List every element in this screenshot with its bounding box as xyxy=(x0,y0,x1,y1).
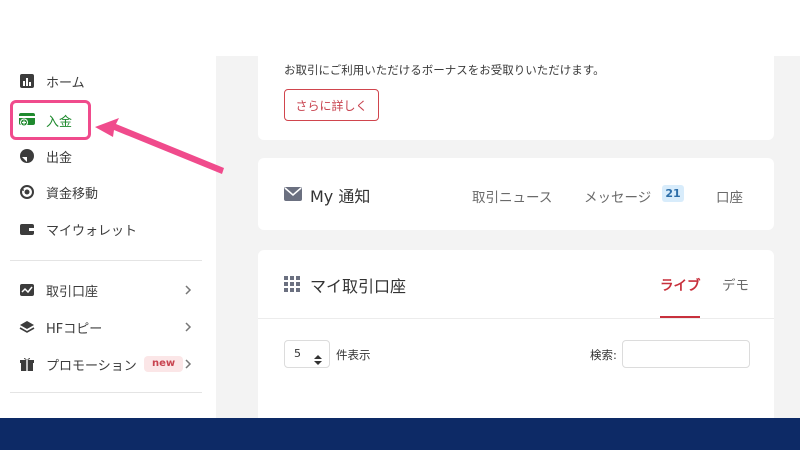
sidebar-item-wallet[interactable]: マイウォレット xyxy=(8,212,208,246)
more-details-button[interactable]: さらに詳しく xyxy=(284,89,379,121)
card-divider xyxy=(258,318,774,319)
withdraw-icon xyxy=(18,147,36,165)
chevron-right-icon xyxy=(180,356,196,372)
sidebar-item-label: プロモーション xyxy=(46,358,137,374)
page-size-value: 5 xyxy=(294,347,301,360)
tab-accounts[interactable]: 口座 xyxy=(716,186,743,206)
search-input[interactable] xyxy=(622,340,750,368)
sidebar-item-label: マイウォレット xyxy=(46,223,138,239)
footer-bar xyxy=(0,418,800,450)
sidebar-item-label: 資金移動 xyxy=(46,186,99,202)
sidebar-item-hf-copy[interactable]: HFコピー xyxy=(8,310,208,344)
trading-accounts-title: マイ取引口座 xyxy=(310,277,407,296)
layers-icon xyxy=(18,318,36,336)
transfer-icon xyxy=(18,183,36,201)
sidebar-item-withdraw[interactable]: 出金 xyxy=(8,139,208,173)
sidebar-item-label: 出金 xyxy=(46,150,73,166)
sidebar-item-label: 取引口座 xyxy=(46,284,99,300)
sidebar-divider xyxy=(10,260,202,261)
sidebar: ホーム 入金 出金 資金移動 マイウォレット 取引口座 HFコピー プロモーショ… xyxy=(0,0,216,418)
trading-accounts-card: マイ取引口座 ライブ デモ 5 件表示 検索: xyxy=(258,250,774,418)
chart-line-icon xyxy=(18,281,36,299)
main-content: お取引にご利用いただけるボーナスをお受取りいただけます。 さらに詳しく My 通… xyxy=(216,56,800,418)
mail-icon xyxy=(284,186,302,201)
sidebar-item-home[interactable]: ホーム xyxy=(8,64,208,98)
bonus-card: お取引にご利用いただけるボーナスをお受取りいただけます。 さらに詳しく xyxy=(258,56,774,140)
sidebar-item-label: HFコピー xyxy=(46,321,103,337)
gift-icon xyxy=(18,355,36,373)
tab-messages[interactable]: メッセージ xyxy=(584,186,651,206)
sidebar-item-label: ホーム xyxy=(46,75,85,91)
bar-chart-icon xyxy=(18,72,36,90)
new-badge: new xyxy=(144,356,184,372)
page-size-select[interactable]: 5 xyxy=(284,340,330,368)
notifications-title: My 通知 xyxy=(310,187,371,206)
chevron-right-icon xyxy=(180,319,196,335)
tab-live[interactable]: ライブ xyxy=(660,274,701,294)
page-size-label: 件表示 xyxy=(336,348,371,362)
deposit-highlight-box xyxy=(10,100,91,140)
wallet-icon xyxy=(18,220,36,238)
messages-count-badge: 21 xyxy=(662,185,684,202)
chevron-right-icon xyxy=(180,282,196,298)
sidebar-item-promotion[interactable]: プロモーション new xyxy=(8,347,208,381)
sidebar-divider xyxy=(10,392,202,393)
sidebar-item-trading-accounts[interactable]: 取引口座 xyxy=(8,273,208,307)
sort-caret-icon xyxy=(314,349,322,365)
search-label: 検索: xyxy=(590,348,617,362)
tab-demo[interactable]: デモ xyxy=(722,274,749,294)
tab-trading-news[interactable]: 取引ニュース xyxy=(472,186,552,206)
notifications-card: My 通知 取引ニュース メッセージ 21 口座 xyxy=(258,158,774,230)
bonus-text: お取引にご利用いただけるボーナスをお受取りいただけます。 xyxy=(284,63,605,77)
grid-icon xyxy=(284,276,300,292)
sidebar-item-transfer[interactable]: 資金移動 xyxy=(8,175,208,209)
